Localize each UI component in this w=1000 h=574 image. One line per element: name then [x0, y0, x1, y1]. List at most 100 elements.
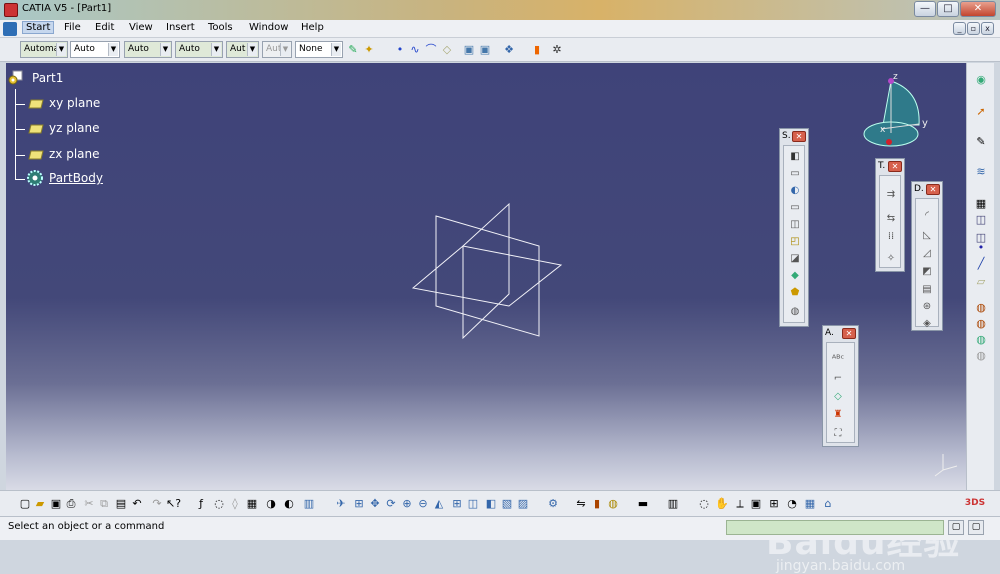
chamfer-icon[interactable]: ◺ [920, 229, 934, 243]
doc-minimize-button[interactable]: _ [953, 22, 966, 35]
menu-view[interactable]: View [129, 22, 153, 33]
apply-material-icon[interactable]: ◍ [974, 301, 988, 315]
swap-visible-space-icon[interactable]: ▨ [516, 496, 530, 511]
power-input-field[interactable] [726, 520, 944, 535]
spline-icon[interactable]: ∿ [408, 42, 422, 57]
panel-close-button[interactable]: ✕ [792, 131, 806, 142]
axis-system-icon[interactable]: ◫ [974, 213, 988, 227]
screenshot-icon[interactable]: ▬ [636, 496, 650, 511]
measure-icon[interactable]: ▮ [530, 42, 544, 57]
helix-icon[interactable]: ⌒ [424, 42, 438, 57]
scan-icon[interactable]: ⇋ [574, 496, 588, 511]
tree-root-part1[interactable]: Part1 [32, 71, 63, 85]
shading-mode-icon[interactable]: ◧ [484, 496, 498, 511]
catalog-icon[interactable]: ◐ [282, 496, 296, 511]
undo-icon[interactable]: ↶ [130, 496, 144, 511]
pan-icon[interactable]: ✥ [368, 496, 382, 511]
transparency-combo[interactable]: Auto ▼ [70, 41, 120, 58]
menu-start[interactable]: Start [22, 21, 55, 34]
document-icon[interactable] [3, 22, 17, 36]
print-icon[interactable]: ⎙ [64, 496, 78, 511]
tree-item-yz-plane[interactable]: yz plane [49, 121, 100, 135]
thread-icon[interactable]: ⊛ [920, 300, 934, 314]
menu-insert[interactable]: Insert [166, 22, 195, 33]
draft-icon[interactable]: ◿ [920, 247, 934, 261]
menu-file[interactable]: File [64, 22, 81, 33]
compass-widget[interactable] [861, 71, 941, 161]
normal-view-icon[interactable]: ◭ [432, 496, 446, 511]
part-icon[interactable] [8, 70, 24, 86]
cut-icon[interactable]: ✂ [82, 496, 96, 511]
maximize-button[interactable]: □ [937, 1, 959, 17]
hide-icon[interactable]: ◌ [697, 496, 711, 511]
tree-item-partbody[interactable]: PartBody [49, 171, 103, 185]
plane-tool-icon[interactable]: ▱ [974, 275, 988, 289]
isometric-view-icon[interactable]: ◫ [466, 496, 480, 511]
zoom-in-icon[interactable]: ⊕ [400, 496, 414, 511]
slot-icon[interactable]: ◪ [788, 252, 802, 266]
curvature-analysis-icon[interactable]: ♜ [831, 408, 845, 422]
format-painter-icon[interactable]: ✎ [346, 42, 360, 57]
paste-icon[interactable]: ▤ [114, 496, 128, 511]
grid-icon[interactable]: ▦ [803, 496, 817, 511]
photo-studio-icon[interactable]: ◍ [974, 333, 988, 347]
pocket-icon[interactable]: ▭ [788, 167, 802, 181]
menu-tools[interactable]: Tools [208, 22, 233, 33]
define-in-work-object-icon[interactable]: ▮ [590, 496, 604, 511]
copy-icon[interactable]: ⧉ [97, 496, 111, 511]
status-layout-button[interactable]: ▢ [948, 520, 964, 535]
zoom-out-icon[interactable]: ⊖ [416, 496, 430, 511]
tree-item-xy-plane[interactable]: xy plane [49, 96, 100, 110]
quick-view-icon[interactable]: ▣ [749, 496, 763, 511]
3d-compass-toggle-icon[interactable]: ▥ [666, 496, 680, 511]
sketcher-icon[interactable]: ◉ [974, 73, 988, 87]
graphic-properties-icon[interactable]: ✦ [362, 42, 376, 57]
panel-close-button[interactable]: ✕ [926, 184, 940, 195]
fill-color-combo[interactable]: Automa ▼ [20, 41, 68, 58]
panel-close-button[interactable]: ✕ [888, 161, 902, 172]
line-tool-icon[interactable]: ╱ [974, 257, 988, 271]
comment-icon[interactable]: ◌ [212, 496, 226, 511]
fly-mode-icon[interactable]: ✈ [334, 496, 348, 511]
loft-icon[interactable]: ⬟ [788, 286, 802, 300]
boolean-icon[interactable]: ▣ [462, 42, 476, 57]
scaling-icon[interactable]: ✧ [884, 252, 898, 266]
reference-planes-wireframe[interactable] [406, 198, 571, 353]
shaft-icon[interactable]: ◐ [788, 184, 802, 198]
publish-icon[interactable]: ❖ [502, 42, 516, 57]
linetype-combo[interactable]: Auto ▼ [175, 41, 223, 58]
tree-item-zx-plane[interactable]: zx plane [49, 147, 100, 161]
hole-icon[interactable]: ◫ [788, 218, 802, 232]
draft-analysis-icon[interactable]: ◇ [831, 390, 845, 404]
translation-icon[interactable]: ⇉ [884, 188, 898, 202]
rib-icon[interactable]: ◰ [788, 235, 802, 249]
axis-icon[interactable]: ⟂ [733, 496, 747, 511]
tap-analysis-icon[interactable]: ⛶ [831, 427, 845, 441]
law-icon[interactable]: ◑ [264, 496, 278, 511]
dress-up-features-panel[interactable]: D. ✕ ◜ ◺ ◿ ◩ ▤ ⊛ ◈ [911, 181, 943, 331]
pad-icon[interactable]: ◧ [788, 150, 802, 164]
sketch-tools-icon[interactable]: ✲ [550, 42, 564, 57]
panel-close-button[interactable]: ✕ [842, 328, 856, 339]
shading-icon[interactable]: ◍ [974, 349, 988, 363]
annotations-panel[interactable]: A. ✕ ᴬᴮᶜ ⌐ ◇ ♜ ⛶ [822, 325, 859, 447]
sketch-icon[interactable]: ✎ [974, 135, 988, 149]
mirror-icon[interactable]: ⇆ [884, 212, 898, 226]
3d-viewport[interactable]: Part1 xy plane yz plane zx plane PartBod… [6, 63, 966, 574]
menu-help[interactable]: Help [301, 22, 324, 33]
fit-all-icon[interactable]: ⊞ [352, 496, 366, 511]
stiffener-icon[interactable]: ◆ [788, 269, 802, 283]
sketch-based-features-panel[interactable]: S. ✕ ◧ ▭ ◐ ▭ ◫ ◰ ◪ ◆ ⬟ ◍ [779, 128, 809, 327]
home-view-icon[interactable]: ⌂ [821, 496, 835, 511]
groove-icon[interactable]: ▭ [788, 201, 802, 215]
remove-loft-icon[interactable]: ◍ [788, 305, 802, 319]
knowledge-icon[interactable]: ◊ [228, 496, 242, 511]
multi-view-icon[interactable]: ⊞ [450, 496, 464, 511]
save-icon[interactable]: ▣ [49, 496, 63, 511]
point-icon[interactable]: • [393, 42, 407, 57]
whats-this-icon[interactable]: ↖? [166, 496, 181, 511]
flag-note-icon[interactable]: ⌐ [831, 372, 845, 386]
plane-icon[interactable]: ◇ [440, 42, 454, 57]
compass-icon[interactable]: ◔ [785, 496, 799, 511]
layers-icon[interactable]: ≋ [974, 165, 988, 179]
